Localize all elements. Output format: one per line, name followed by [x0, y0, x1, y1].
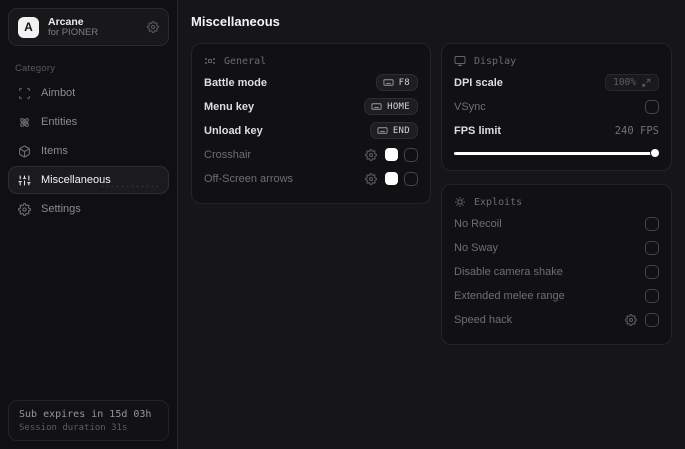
atom-icon — [18, 116, 31, 129]
gear-icon[interactable] — [147, 21, 159, 33]
sidebar-item-label: Settings — [41, 203, 81, 215]
keybind-value: F8 — [398, 77, 410, 88]
keybind-button-battle-mode[interactable]: F8 — [375, 74, 418, 91]
fps-slider-fill — [454, 151, 659, 155]
setting-row-battle-mode: Battle mode F8 — [204, 71, 418, 94]
monitor-icon — [454, 55, 466, 67]
keybind-value: END — [392, 125, 410, 136]
general-panel-header: General — [204, 55, 418, 67]
setting-label: Extended melee range — [454, 289, 565, 302]
no-sway-checkbox[interactable] — [645, 240, 659, 255]
slider-knob[interactable] — [651, 149, 659, 157]
sidebar-item-aimbot[interactable]: Aimbot — [8, 79, 169, 107]
setting-label: Off-Screen arrows — [204, 172, 294, 185]
active-item-dots-texture — [100, 184, 158, 189]
package-icon — [18, 145, 31, 158]
setting-row-unload-key: Unload key END — [204, 119, 418, 142]
setting-label: Crosshair — [204, 148, 252, 161]
gear-icon — [18, 202, 31, 216]
dpi-scale-button[interactable]: 100% — [605, 74, 659, 91]
sidebar-item-label: Entities — [41, 116, 78, 128]
panel-header-label: Display — [474, 55, 517, 67]
setting-row-vsync: VSync — [454, 95, 659, 118]
setting-label: DPI scale — [454, 76, 503, 89]
brand-text: Arcane for PIONER — [48, 16, 138, 39]
keyboard-icon — [371, 101, 382, 112]
setting-label: Menu key — [204, 100, 255, 113]
main-content: Miscellaneous General Battle mode F8 Men… — [177, 0, 685, 449]
gear-icon[interactable] — [625, 313, 637, 326]
general-panel: General Battle mode F8 Menu key HOME Unl… — [191, 43, 431, 204]
sidebar-item-label: Items — [41, 145, 68, 157]
session-duration-text: Session duration 31s — [19, 423, 128, 433]
sidebar-item-label: Aimbot — [41, 87, 76, 99]
setting-label: No Recoil — [454, 217, 502, 230]
app-window: A Arcane for PIONER Category Aimbot Enti… — [0, 0, 685, 449]
extended-melee-range-checkbox[interactable] — [645, 288, 659, 303]
setting-label: VSync — [454, 100, 486, 113]
offscreen-arrows-checkbox[interactable] — [404, 171, 418, 186]
fps-limit-slider[interactable] — [454, 149, 659, 157]
gear-icon[interactable] — [365, 148, 377, 161]
dpi-scale-value: 100% — [613, 77, 636, 88]
sliders-icon — [18, 174, 31, 187]
scale-icon — [641, 78, 651, 88]
keybind-button-unload-key[interactable]: END — [369, 122, 418, 139]
setting-row-extended-melee-range: Extended melee range — [454, 284, 659, 307]
panel-header-label: Exploits — [474, 196, 523, 208]
bug-icon — [454, 196, 466, 208]
sidebar-nav: Aimbot Entities Items Miscellaneous Sett… — [8, 79, 169, 223]
exploits-panel-header: Exploits — [454, 196, 659, 208]
color-swatch[interactable] — [385, 148, 398, 161]
color-swatch[interactable] — [385, 172, 398, 185]
setting-label: No Sway — [454, 241, 499, 254]
setting-row-offscreen-arrows: Off-Screen arrows — [204, 167, 418, 190]
app-name: Arcane — [48, 15, 84, 28]
setting-row-disable-camera-shake: Disable camera shake — [454, 260, 659, 283]
setting-label: Battle mode — [204, 76, 267, 89]
sidebar-item-items[interactable]: Items — [8, 137, 169, 165]
setting-label: FPS limit — [454, 124, 502, 137]
category-label: Category — [15, 63, 56, 74]
sidebar-item-entities[interactable]: Entities — [8, 108, 169, 136]
setting-label: Disable camera shake — [454, 265, 563, 278]
scan-icon — [18, 87, 31, 100]
no-recoil-checkbox[interactable] — [645, 216, 659, 231]
sidebar-item-settings[interactable]: Settings — [8, 195, 169, 223]
vsync-checkbox[interactable] — [645, 99, 659, 114]
exploits-panel: Exploits No Recoil No Sway Disable camer… — [441, 184, 672, 345]
keyboard-icon — [383, 77, 394, 88]
fps-limit-value: 240 FPS — [614, 124, 659, 137]
display-panel-header: Display — [454, 55, 659, 67]
subscription-info-card: Sub expires in 15d 03h Session duration … — [8, 400, 169, 441]
setting-row-fps-limit: FPS limit 240 FPS — [454, 119, 659, 142]
brand-card[interactable]: A Arcane for PIONER — [8, 8, 169, 46]
app-subtitle: for PIONER — [48, 26, 99, 38]
setting-row-no-sway: No Sway — [454, 236, 659, 259]
keybind-value: HOME — [387, 101, 410, 112]
grid-dots-icon — [204, 55, 216, 67]
setting-row-menu-key: Menu key HOME — [204, 95, 418, 118]
setting-row-speed-hack: Speed hack — [454, 308, 659, 331]
sub-expiry-text: Sub expires in 15d 03h — [19, 409, 152, 420]
speed-hack-checkbox[interactable] — [645, 312, 659, 327]
setting-row-dpi-scale: DPI scale 100% — [454, 71, 659, 94]
app-logo: A — [18, 16, 39, 38]
setting-label: Unload key — [204, 124, 263, 137]
setting-row-no-recoil: No Recoil — [454, 212, 659, 235]
display-panel: Display DPI scale 100% VSync FPS limit 2… — [441, 43, 672, 171]
keyboard-icon — [377, 125, 388, 136]
setting-label: Speed hack — [454, 313, 513, 326]
page-title: Miscellaneous — [191, 14, 280, 29]
crosshair-checkbox[interactable] — [404, 147, 418, 162]
keybind-button-menu-key[interactable]: HOME — [364, 98, 418, 115]
sidebar: A Arcane for PIONER Category Aimbot Enti… — [0, 0, 177, 449]
gear-icon[interactable] — [365, 172, 377, 185]
setting-row-crosshair: Crosshair — [204, 143, 418, 166]
disable-camera-shake-checkbox[interactable] — [645, 264, 659, 279]
panel-header-label: General — [224, 55, 267, 67]
sidebar-item-miscellaneous[interactable]: Miscellaneous — [8, 166, 169, 194]
